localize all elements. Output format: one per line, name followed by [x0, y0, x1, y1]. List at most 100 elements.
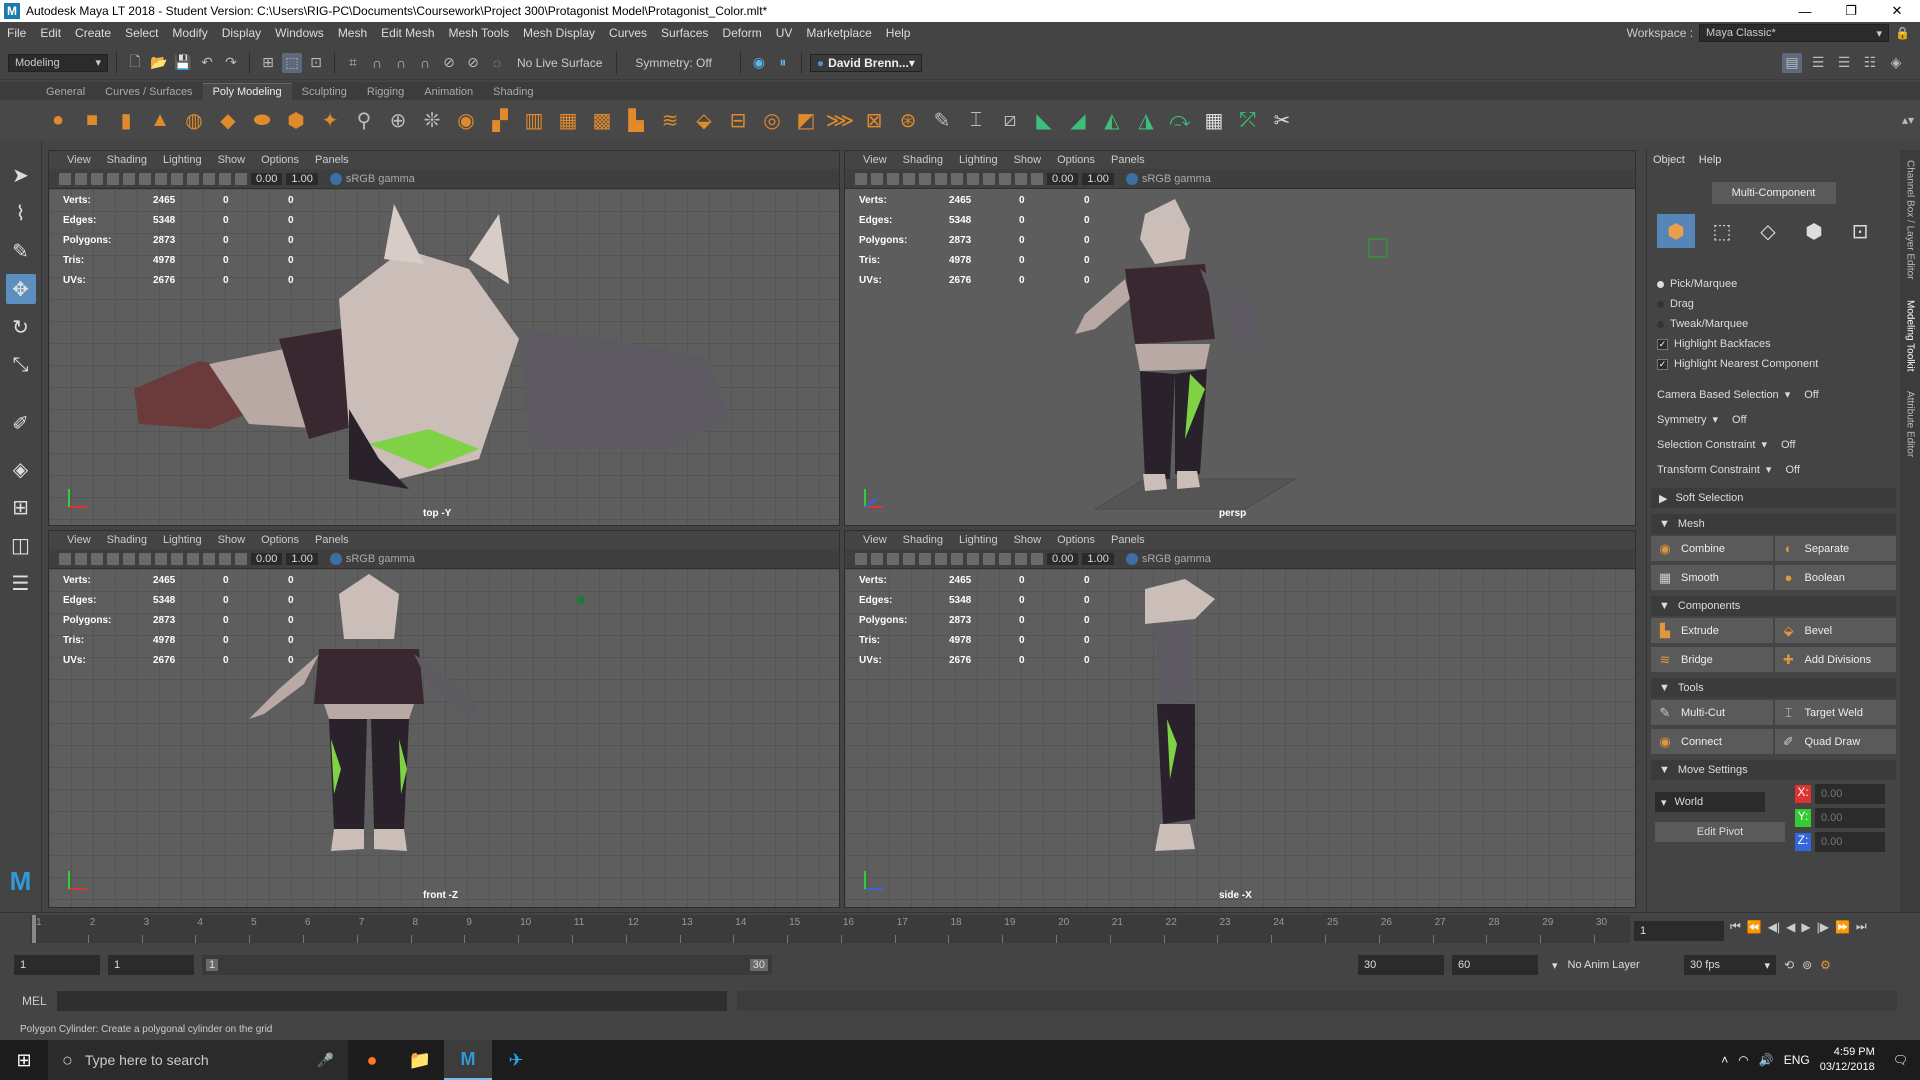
lights-icon[interactable]	[187, 552, 199, 565]
film-gate-icon[interactable]	[123, 552, 135, 565]
poly-sphere-icon[interactable]: ●	[44, 106, 72, 134]
object-mode-icon[interactable]: ⬢	[1657, 214, 1695, 248]
planar-map-icon[interactable]: ◢	[1064, 106, 1092, 134]
modeling-toolkit-tab[interactable]: Modeling Toolkit	[1905, 300, 1916, 372]
minimize-button[interactable]: —	[1782, 0, 1828, 22]
exposure-field[interactable]: 0.00	[1047, 172, 1079, 185]
pick-marquee-option[interactable]: Pick/Marquee	[1647, 274, 1900, 294]
mel-input[interactable]	[56, 991, 727, 1011]
y-field[interactable]: 0.00	[1815, 808, 1885, 828]
color-management[interactable]: sRGB gamma	[329, 552, 415, 565]
current-frame-marker[interactable]	[32, 915, 36, 943]
two-panel-layout-icon[interactable]: ◫	[6, 530, 36, 560]
snap-point-icon[interactable]: ∩	[391, 53, 411, 73]
menu-mesh-tools[interactable]: Mesh Tools	[442, 26, 516, 40]
select-object-icon[interactable]: ⬚	[282, 52, 302, 73]
vp-menu-options[interactable]: Options	[253, 534, 307, 546]
menu-edit-mesh[interactable]: Edit Mesh	[374, 26, 441, 40]
shelf-tab-rigging[interactable]: Rigging	[357, 84, 414, 100]
vp-menu-show[interactable]: Show	[210, 534, 254, 546]
vp-menu-lighting[interactable]: Lighting	[951, 154, 1006, 166]
go-to-start-icon[interactable]: ⏮	[1730, 919, 1741, 934]
grid-icon[interactable]	[107, 172, 119, 185]
move-tool-icon[interactable]: ✥	[5, 274, 36, 304]
target-weld-button[interactable]: ⌶ Target Weld	[1774, 700, 1896, 725]
append-icon[interactable]: ⊟	[724, 106, 752, 134]
menu-set-dropdown[interactable]: Modeling ▾	[8, 53, 108, 72]
vp-menu-lighting[interactable]: Lighting	[155, 534, 210, 546]
bookmark-icon[interactable]	[871, 552, 883, 565]
z-field[interactable]: 0.00	[1815, 832, 1885, 852]
camera-icon[interactable]	[59, 552, 71, 565]
firefox-icon[interactable]: ●	[348, 1040, 396, 1080]
anim-prefs-icon[interactable]: ⚙	[1820, 958, 1831, 972]
vp-menu-show[interactable]: Show	[1006, 534, 1050, 546]
drag-option[interactable]: Drag	[1647, 294, 1900, 314]
maximize-button[interactable]: ❐	[1828, 0, 1874, 22]
xray-icon[interactable]	[219, 172, 231, 185]
face-mode-icon[interactable]: ⬢	[1795, 214, 1833, 248]
paint-select-icon[interactable]: ✎	[6, 236, 36, 266]
shadows-icon[interactable]	[203, 172, 215, 185]
separate-button[interactable]: ◐ Separate	[1774, 536, 1896, 561]
chevron-up-icon[interactable]: ˄	[1721, 1053, 1728, 1067]
xray-icon[interactable]	[219, 552, 231, 565]
select-tool-icon[interactable]: ➤	[6, 160, 36, 190]
grid-icon[interactable]	[903, 552, 915, 565]
camera-icon[interactable]	[855, 172, 867, 185]
menu-file[interactable]: File	[0, 26, 33, 40]
poly-cylinder-icon[interactable]: ▮	[112, 106, 140, 134]
poly-torus-icon[interactable]: ◍	[180, 106, 208, 134]
file-explorer-icon[interactable]: 📁	[396, 1040, 444, 1080]
auto-key-icon[interactable]: ⊚	[1802, 958, 1812, 972]
boolean-icon[interactable]: ◩	[792, 106, 820, 134]
toggle-attribute-editor-icon[interactable]: ☰	[1808, 53, 1828, 73]
single-perspective-layout-icon[interactable]: ◈	[6, 454, 36, 484]
telegram-icon[interactable]: ✈	[492, 1040, 540, 1080]
image-plane-icon[interactable]	[91, 172, 103, 185]
step-forward-frame-icon[interactable]: |▶	[1817, 920, 1829, 934]
textured-icon[interactable]	[967, 172, 979, 185]
open-scene-icon[interactable]: 📂	[149, 53, 169, 73]
volume-icon[interactable]: 🔊	[1759, 1053, 1774, 1067]
snap-curve-icon[interactable]: ∩	[367, 53, 387, 73]
live-surface-label[interactable]: No Live Surface	[511, 56, 608, 70]
shadows-icon[interactable]	[203, 552, 215, 565]
shadows-icon[interactable]	[999, 172, 1011, 185]
lock-icon[interactable]: 🔒	[1895, 26, 1910, 40]
gamma-field[interactable]: 1.00	[1082, 552, 1114, 565]
vp-menu-shading[interactable]: Shading	[99, 154, 155, 166]
exposure-field[interactable]: 0.00	[1047, 552, 1079, 565]
vp-menu-panels[interactable]: Panels	[307, 154, 357, 166]
spherical-map-icon[interactable]: ◮	[1132, 106, 1160, 134]
timeline-ruler[interactable]: 1 2 3 4 5 6 7 8 9 10 11 12 13 14 15 16 17 18 19 20 21 22 23 24 2…	[30, 915, 1630, 943]
last-tool-icon[interactable]: ✐	[6, 408, 36, 438]
snap-surface-icon[interactable]: ⊘	[439, 53, 459, 73]
shelf-tab-shading[interactable]: Shading	[483, 84, 543, 100]
close-button[interactable]: ✕	[1874, 0, 1920, 22]
magnet-icon[interactable]: ◌	[487, 53, 507, 73]
vp-menu-lighting[interactable]: Lighting	[951, 534, 1006, 546]
x-field[interactable]: 0.00	[1815, 784, 1885, 804]
isolate-icon[interactable]	[1031, 172, 1043, 185]
poly-cone-icon[interactable]: ▲	[146, 106, 174, 134]
lights-icon[interactable]	[983, 172, 995, 185]
camera-based-selection-setting[interactable]: Camera Based Selection ▾ Off	[1647, 382, 1900, 407]
separate-icon[interactable]: ▞	[486, 106, 514, 134]
menu-modify[interactable]: Modify	[165, 26, 214, 40]
shelf-scroll-icon[interactable]: ▴▾	[1902, 113, 1920, 127]
viewport-canvas[interactable]: Verts: 2465 0 0 Edges: 5348 0 0 Polygons: 2873 0…	[845, 189, 1635, 525]
light-locator[interactable]	[577, 596, 585, 604]
vp-menu-options[interactable]: Options	[1049, 154, 1103, 166]
wireframe-icon[interactable]	[139, 552, 151, 565]
menu-select[interactable]: Select	[118, 26, 165, 40]
bevel-button[interactable]: ⬙ Bevel	[1774, 618, 1896, 643]
light-locator[interactable]	[1368, 238, 1388, 258]
go-to-end-icon[interactable]: ⏭	[1856, 919, 1867, 934]
super-shape-icon[interactable]: ✦	[316, 106, 344, 134]
symmetry-setting[interactable]: Symmetry ▾ Off	[1647, 407, 1900, 432]
scene-end-field[interactable]: 60	[1452, 955, 1538, 975]
symmetry-status[interactable]: Symmetry: Off	[625, 56, 731, 70]
snap-view-icon[interactable]: ∩	[415, 53, 435, 73]
xray-icon[interactable]	[1015, 552, 1027, 565]
